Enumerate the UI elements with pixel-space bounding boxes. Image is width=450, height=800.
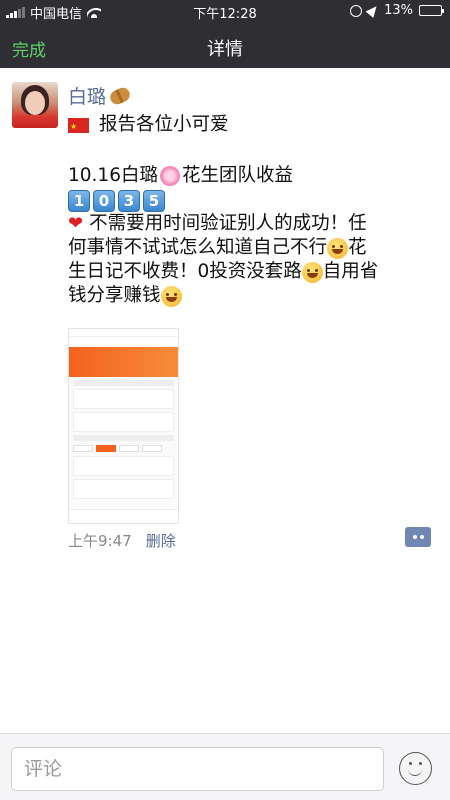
thumb-topbar	[69, 329, 178, 337]
author-row: 白璐	[68, 82, 133, 109]
rotation-lock-icon	[350, 4, 363, 17]
thumb-tabs	[69, 337, 178, 345]
thumb-box	[73, 389, 174, 409]
emoji-face-icon[interactable]	[399, 752, 432, 785]
content-text: 自用省	[322, 261, 379, 282]
thumb-pills	[73, 445, 174, 452]
thumb-row	[73, 380, 174, 386]
post-meta: 上午9:47 删除	[68, 530, 176, 551]
content-text: 报告各位小可爱	[99, 114, 229, 135]
content-text: 生日记不收费！0投资没套路	[68, 261, 302, 282]
avatar-face	[25, 91, 45, 115]
content-line-7: 钱分享赚钱	[68, 284, 438, 308]
content-line-5: 何事情不试试怎么知道自己不行花	[68, 236, 438, 260]
page-title: 详情	[207, 39, 243, 60]
content-line-2: 10.16白璐 花生团队收益	[68, 164, 438, 188]
keycap-digit: 0	[93, 190, 115, 212]
thumb-box	[73, 412, 174, 432]
keycap-digit: 1	[68, 190, 90, 212]
keycap-digit: 3	[118, 190, 140, 212]
keycap-digit: 5	[143, 190, 165, 212]
navbar: 完成 详情	[0, 28, 450, 66]
post-time: 上午9:47	[68, 532, 132, 550]
content-text: 花生团队收益	[181, 165, 293, 186]
status-right: 13%	[350, 3, 444, 18]
content-text: 何事情不试试怎么知道自己不行	[68, 237, 328, 258]
thumb-box	[73, 479, 174, 499]
thumb-box	[73, 456, 174, 476]
delete-link[interactable]: 删除	[146, 530, 176, 551]
content-line-1: 报告各位小可爱	[68, 113, 438, 139]
money-face-emoji-icon	[327, 237, 349, 259]
thumb-row	[73, 435, 174, 441]
post-content: 报告各位小可爱 10.16白璐 花生团队收益 1 0 3 5 ❤不需要用时间验证别…	[68, 113, 438, 308]
location-icon	[365, 3, 381, 18]
comment-input[interactable]	[11, 747, 384, 791]
blossom-icon	[159, 166, 180, 186]
comment-bar	[0, 733, 450, 800]
battery-icon	[419, 5, 444, 16]
heart-icon: ❤	[68, 213, 84, 234]
content-text: 钱分享赚钱	[68, 285, 161, 306]
content-line-6: 生日记不收费！0投资没套路 自用省	[68, 260, 438, 284]
content-text: 10.16白璐	[68, 165, 158, 186]
battery-percent: 13%	[384, 3, 413, 18]
author-name[interactable]: 白璐	[68, 82, 106, 109]
peanut-icon	[107, 84, 133, 107]
more-dots-icon[interactable]	[405, 527, 431, 547]
post-image-thumbnail[interactable]	[68, 328, 179, 524]
content-text: 不需要用时间验证别人的成功！任	[89, 213, 367, 234]
avatar[interactable]	[12, 82, 58, 128]
blush-emoji-icon	[160, 285, 182, 307]
status-bar: 中国电信 下午12:28 13%	[0, 0, 450, 22]
header: 中国电信 下午12:28 13% 完成 详情	[0, 0, 450, 68]
thumb-tabbar	[69, 509, 178, 523]
money-face-emoji-icon	[301, 261, 323, 283]
keycap-digits: 1 0 3 5	[68, 190, 438, 212]
content-text: 花	[348, 237, 367, 258]
thumb-banner	[69, 347, 178, 377]
content-line-4: ❤ 不需要用时间验证别人的成功！任	[68, 212, 438, 236]
china-flag-icon	[68, 115, 89, 139]
